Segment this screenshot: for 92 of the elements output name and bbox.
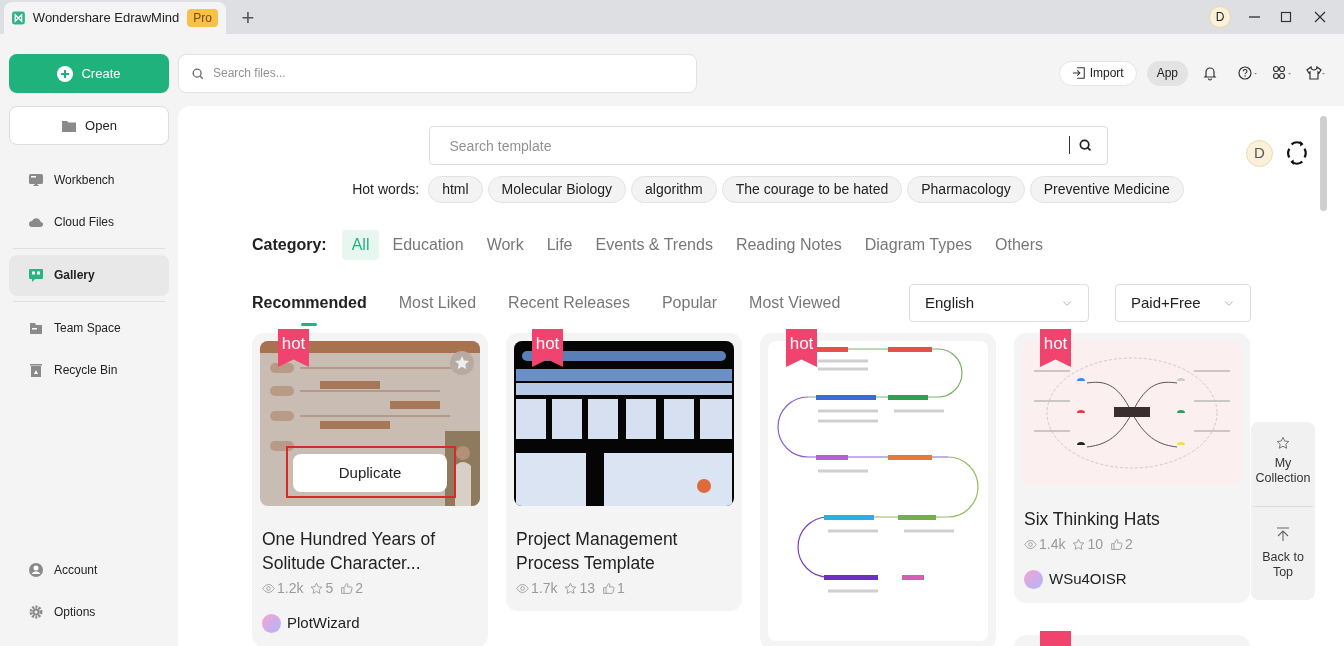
star-icon (310, 582, 324, 595)
hot-ribbon: hot (278, 329, 309, 367)
thumbs-up-icon (1110, 538, 1124, 551)
hot-word-chip[interactable]: The courage to be hated (721, 176, 903, 203)
eye-icon (516, 582, 529, 595)
duplicate-button[interactable]: Duplicate (293, 454, 447, 492)
sidebar-item[interactable]: Workbench (9, 159, 169, 201)
hot-word-chip[interactable]: Preventive Medicine (1029, 176, 1184, 203)
hot-words-label: Hot words: (352, 180, 420, 199)
view-count: 1.4k (1024, 534, 1066, 555)
author-avatar (1024, 569, 1043, 589)
category-tab[interactable]: Work (476, 230, 534, 260)
settings-icon (28, 603, 44, 620)
author-avatar (262, 613, 281, 633)
view-count: 1.7k (516, 578, 558, 599)
search-icon (1077, 138, 1093, 153)
open-button[interactable]: Open (9, 106, 169, 145)
scrollbar[interactable] (1320, 116, 1327, 211)
app-tab[interactable]: Wondershare EdrawMind Pro (4, 2, 226, 34)
user-avatar[interactable]: D (1209, 6, 1231, 28)
star-icon (1276, 436, 1290, 450)
import-icon (1071, 66, 1086, 80)
sidebar-item[interactable]: Options (9, 591, 169, 632)
eye-icon (262, 582, 275, 595)
category-tab[interactable]: Reading Notes (725, 230, 852, 260)
account-icon (28, 561, 44, 578)
favorite-count: 5 (310, 578, 334, 599)
monitor-icon (28, 172, 44, 188)
plus-circle-icon (57, 65, 74, 82)
bell-icon (1202, 65, 1218, 81)
trash-icon (28, 362, 44, 378)
sort-tab[interactable]: Recent Releases (508, 284, 630, 322)
sort-tab[interactable]: Most Viewed (749, 284, 841, 322)
favorite-count: 13 (564, 578, 596, 599)
author-name[interactable]: WSu4OISR (1049, 568, 1127, 591)
language-dropdown[interactable]: English (909, 284, 1089, 322)
hot-word-chip[interactable]: Molecular Biology (487, 176, 627, 203)
star-icon (1072, 538, 1086, 551)
like-count: 2 (1110, 534, 1133, 555)
sidebar-item[interactable]: Recycle Bin (9, 349, 169, 391)
category-tab[interactable]: Education (382, 230, 474, 260)
help-dropdown-icon (1236, 65, 1260, 81)
user-avatar[interactable]: D (1246, 140, 1273, 167)
my-collection-button[interactable]: My Collection (1254, 422, 1312, 506)
category-tab[interactable]: Events & Trends (585, 230, 723, 260)
minimize-icon (1249, 16, 1260, 18)
template-title: Six Thinking Hats (1023, 508, 1161, 531)
category-tab[interactable]: Others (985, 230, 1054, 260)
view-count: 1.2k (262, 578, 304, 599)
hot-word-chip[interactable]: algorithm (631, 176, 717, 203)
sidebar-item[interactable]: Team Space (9, 307, 169, 349)
category-tab[interactable]: Diagram Types (854, 230, 983, 260)
sort-tab[interactable]: Most Liked (398, 284, 477, 322)
folder-icon (28, 320, 44, 336)
like-count: 2 (340, 578, 364, 599)
category-label: Category: (252, 235, 327, 255)
thumbs-up-icon (340, 582, 354, 595)
eye-icon (1024, 538, 1037, 551)
import-button[interactable]: Import (1058, 60, 1137, 86)
pro-badge: Pro (187, 9, 218, 27)
template-title: One Hundred Years of Solitude Character... (261, 528, 437, 575)
thumbs-up-icon (602, 582, 616, 595)
sidebar-item[interactable]: Account (9, 549, 169, 590)
search-files-field[interactable]: Search files... (178, 53, 697, 93)
like-count: 1 (602, 578, 625, 599)
sidebar-item[interactable]: Gallery (9, 254, 169, 296)
hot-ribbon: hot (786, 329, 817, 367)
hot-ribbon: hot (1040, 329, 1071, 367)
star-icon (564, 582, 578, 595)
app-title: Wondershare EdrawMind (32, 9, 180, 28)
app-logo-icon (12, 9, 25, 27)
back-to-top-button[interactable]: Back to Top (1254, 507, 1312, 580)
maximize-icon (1278, 9, 1294, 25)
app-button[interactable]: App (1146, 60, 1188, 86)
sidebar-item[interactable]: Cloud Files (9, 201, 169, 243)
price-dropdown[interactable]: Paid+Free (1115, 284, 1251, 322)
sort-tab[interactable]: Popular (661, 284, 718, 322)
new-tab-button[interactable]: + (234, 2, 262, 34)
category-tab[interactable]: Life (536, 230, 583, 260)
author-name[interactable]: PlotWizard (287, 612, 360, 635)
back-to-top-icon (1275, 526, 1291, 542)
favorite-count: 10 (1072, 534, 1104, 555)
chat-icon (28, 267, 44, 283)
apps-dropdown-icon (1270, 65, 1294, 81)
close-icon (1312, 9, 1328, 25)
search-icon (191, 66, 205, 81)
hot-ribbon: hot (532, 329, 563, 367)
template-title: Project Management Process Template (515, 528, 679, 575)
shirt-dropdown-icon (1304, 65, 1328, 81)
hot-word-chip[interactable]: html (428, 176, 483, 203)
hot-word-chip[interactable]: Pharmacology (907, 176, 1025, 203)
template-search-field[interactable]: Search template (428, 126, 1108, 165)
